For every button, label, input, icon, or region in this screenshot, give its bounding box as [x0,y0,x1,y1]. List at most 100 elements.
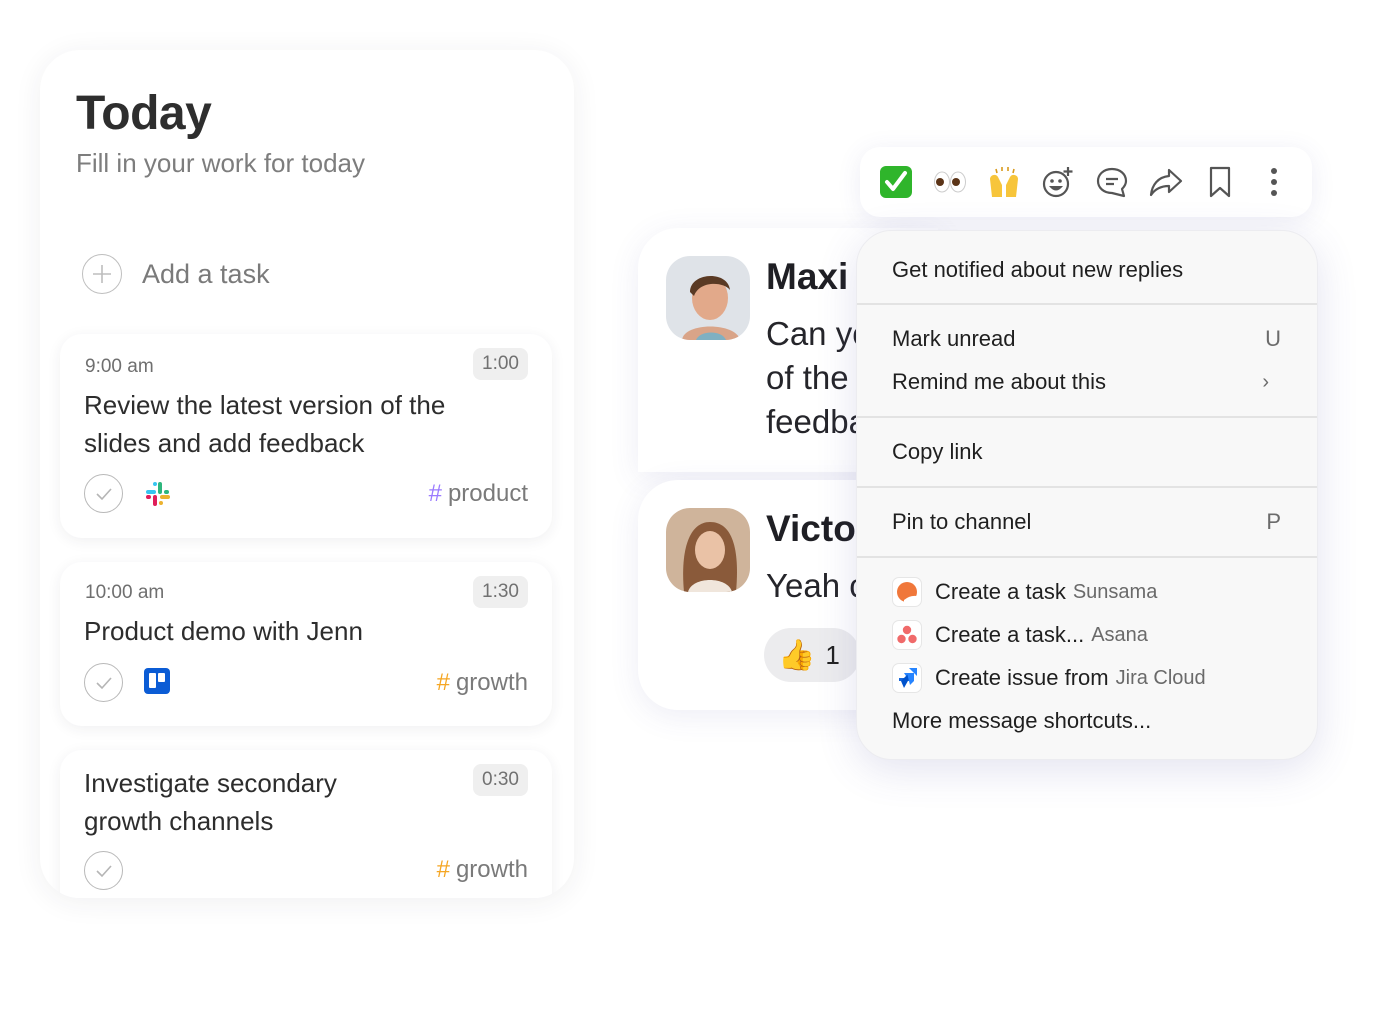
menu-item-more-shortcuts[interactable]: More message shortcuts... [857,701,1317,741]
add-reaction-icon [1042,167,1073,198]
tag-hash-icon: # [428,480,442,507]
eyes-emoji-icon [934,171,966,193]
raising-hands-emoji-button[interactable] [986,164,1022,200]
bookmark-icon [1209,166,1231,198]
menu-item-copy-link[interactable]: Copy link [857,432,1317,472]
tag-label: growth [455,669,528,696]
complete-task-checkbox[interactable] [84,663,123,702]
sunsama-icon [892,577,922,607]
message-text-line: of the [766,359,849,396]
keyboard-shortcut: U [1265,326,1281,351]
message-text-line: Yeah c [766,567,866,604]
message-author[interactable]: Victo [766,508,856,550]
task-title-line: Review the latest version of the [84,390,446,420]
share-icon [1149,168,1183,197]
more-options-icon [1271,168,1277,196]
plus-icon [82,254,122,294]
task-tag[interactable]: # growth [437,856,528,884]
task-title-line: slides and add feedback [84,428,365,458]
task-time: 10:00 am [85,582,165,603]
complete-task-checkbox[interactable] [84,851,123,890]
page-title: Today [76,87,212,140]
menu-item-create-task-sunsama[interactable]: Create a task Sunsama [857,572,1317,612]
task-card[interactable]: 10:00 am 1:30 Product demo with Jenn # gr… [60,562,552,726]
menu-item-label: Remind me about this [892,369,1106,394]
message-context-menu: Get notified about new replies Mark unre… [856,230,1318,760]
thumbs-up-icon: 👍 [778,638,816,672]
page-subtitle: Fill in your work for today [76,148,365,178]
trello-icon [144,668,170,694]
checkmark-icon [95,676,112,689]
menu-divider [857,303,1317,305]
task-tag[interactable]: # growth [437,669,528,697]
task-time: 9:00 am [85,356,154,377]
reaction-pill[interactable]: 👍 1 [764,628,860,682]
message-text: Can yo of the feedba [766,312,871,444]
menu-item-label: Create issue from [935,665,1109,690]
avatar-woman-icon [666,508,750,592]
avatar[interactable] [666,508,750,592]
checkmark-icon [95,487,112,500]
more-actions-button[interactable] [1256,164,1292,200]
slack-icon [146,482,170,506]
menu-item-label: Create a task... [935,622,1085,647]
task-title: Investigate secondary growth channels [84,764,484,840]
tag-label: product [447,480,528,507]
reaction-count: 1 [825,639,840,670]
menu-item-pin-to-channel[interactable]: Pin to channel P [857,502,1317,542]
menu-item-label: Mark unread [892,326,1016,351]
menu-item-get-notified[interactable]: Get notified about new replies [857,250,1317,290]
message-text-line: feedba [766,403,867,440]
message-actions-toolbar [860,147,1312,217]
menu-item-label: More message shortcuts... [892,708,1152,733]
chevron-right-icon: › [1262,370,1269,393]
share-message-button[interactable] [1148,164,1184,200]
menu-item-create-issue-jira[interactable]: Create issue from Jira Cloud [857,658,1317,698]
jira-icon [892,663,922,693]
app-name: Asana [1091,623,1148,646]
asana-icon [892,620,922,650]
task-title: Review the latest version of the slides … [84,386,484,462]
check-mark-emoji-icon [880,166,912,198]
menu-item-label: Copy link [892,439,983,464]
reply-in-thread-icon [1096,167,1128,198]
avatar-man-icon [666,256,750,340]
message-author[interactable]: Maxi [766,256,848,298]
reply-in-thread-button[interactable] [1094,164,1130,200]
task-card[interactable]: 9:00 am 1:00 Review the latest version o… [60,334,552,538]
task-duration[interactable]: 1:00 [473,348,528,380]
message-text: Yeah c [766,564,866,608]
menu-item-label: Create a task [935,579,1066,604]
menu-item-label: Pin to channel [892,509,1032,534]
check-mark-emoji-button[interactable] [878,164,914,200]
task-tag[interactable]: # product [429,480,528,508]
tag-hash-icon: # [436,856,450,883]
add-task-button[interactable]: Add a task [82,254,270,294]
message-text-line: Can yo [766,315,871,352]
eyes-emoji-button[interactable] [932,164,968,200]
add-reaction-button[interactable] [1040,164,1076,200]
menu-divider [857,486,1317,488]
tag-label: growth [455,856,528,883]
add-task-label: Add a task [142,258,270,289]
complete-task-checkbox[interactable] [84,474,123,513]
checkmark-icon [95,864,112,877]
avatar[interactable] [666,256,750,340]
menu-item-mark-unread[interactable]: Mark unread U [857,319,1317,359]
app-name: Jira Cloud [1115,666,1206,689]
menu-divider [857,556,1317,558]
raising-hands-emoji-icon [990,167,1018,197]
app-name: Sunsama [1072,580,1158,603]
task-duration[interactable]: 1:30 [473,576,528,608]
task-card[interactable]: 0:30 Investigate secondary growth channe… [60,750,552,898]
task-title-line: growth channels [84,806,274,836]
save-bookmark-button[interactable] [1202,164,1238,200]
keyboard-shortcut: P [1266,509,1281,534]
today-panel: Today Fill in your work for today Add a … [40,50,574,898]
menu-item-remind-me[interactable]: Remind me about this › [857,362,1317,402]
menu-item-create-task-asana[interactable]: Create a task... Asana [857,615,1317,655]
menu-item-label: Get notified about new replies [892,257,1184,282]
tag-hash-icon: # [436,669,450,696]
task-title-line: Product demo with Jenn [84,616,363,646]
menu-divider [857,416,1317,418]
